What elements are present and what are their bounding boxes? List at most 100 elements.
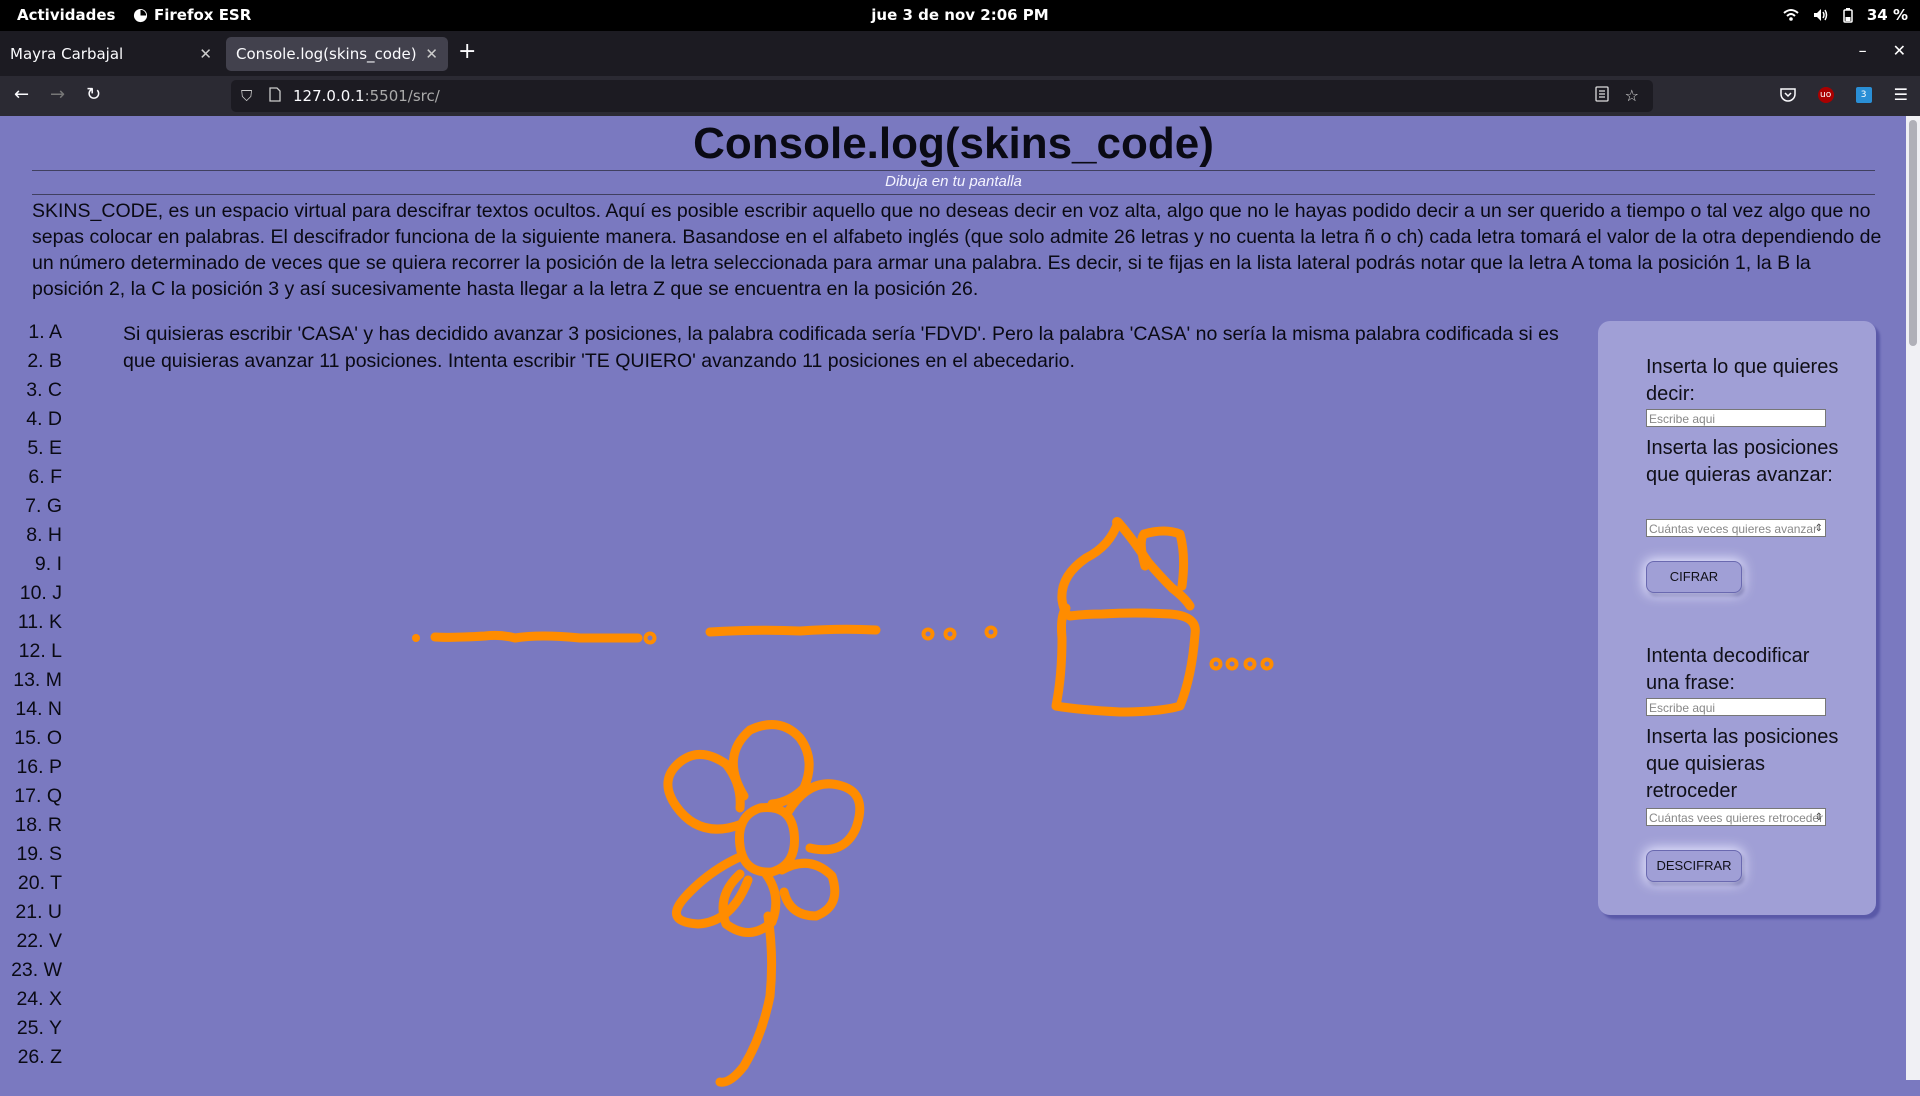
cifrar-button[interactable]: CIFRAR xyxy=(1646,561,1742,593)
alphabet-list-item: 11. K xyxy=(17,611,62,633)
title-divider xyxy=(32,170,1875,171)
page-title: Console.log(skins_code) xyxy=(693,119,1214,168)
menu-hamburger-icon[interactable]: ☰ xyxy=(1894,85,1908,104)
bookmark-star-icon[interactable]: ☆ xyxy=(1625,86,1639,105)
decode-shift-input[interactable]: Cuántas vees quieres retroceder ⇕ xyxy=(1646,808,1826,826)
ublock-extension-icon[interactable]: uo xyxy=(1817,86,1834,103)
drawing-canvas[interactable] xyxy=(380,376,1300,1096)
alphabet-list-item: 9. I xyxy=(34,553,62,575)
alphabet-list-item: 4. D xyxy=(26,408,62,430)
encode-shift-input[interactable]: Cuántas veces quieres avanzar ⇕ xyxy=(1646,519,1826,537)
alphabet-list-item: 10. J xyxy=(19,582,62,604)
tab-label: Mayra Carbajal xyxy=(10,45,124,63)
tab-console-log[interactable]: Console.log(skins_code) ✕ xyxy=(226,37,448,71)
alphabet-list-item: 16. P xyxy=(16,756,62,778)
drawn-flower-stroke xyxy=(777,858,840,921)
drawn-flower-stroke xyxy=(734,803,800,877)
page-content: Console.log(skins_code) Dibuja en tu pan… xyxy=(0,116,1906,1087)
alphabet-list-item: 15. O xyxy=(14,727,62,749)
alphabet-list: 1. A 2. B 3. C 4. D 5. E 6. F 7. G 8. H 9. I 10. … xyxy=(0,318,80,1072)
alphabet-list-item: 2. B xyxy=(27,350,62,372)
alphabet-list-item: 18. R xyxy=(15,814,62,836)
alphabet-list-item: 22. V xyxy=(16,930,62,952)
tab-mayra-carbajal[interactable]: Mayra Carbajal ✕ xyxy=(0,37,222,71)
close-icon[interactable]: ✕ xyxy=(199,45,212,63)
intro-paragraph: SKINS_CODE, es un espacio virtual para d… xyxy=(32,200,1882,300)
url-host: 127.0.0.1 xyxy=(293,87,365,105)
activities-button[interactable]: Actividades xyxy=(17,6,115,24)
encode-shift-placeholder: Cuántas veces quieres avanzar xyxy=(1649,522,1818,536)
minimize-icon[interactable]: – xyxy=(1859,41,1867,60)
pocket-icon[interactable] xyxy=(1779,87,1796,102)
drawn-dash-stroke xyxy=(430,630,643,643)
drawn-flower-stroke xyxy=(663,750,747,834)
calendar-extension-icon[interactable]: 3 xyxy=(1855,86,1872,103)
page-subtitle: Dibuja en tu pantalla xyxy=(885,173,1022,190)
app-menu[interactable]: Firefox ESR xyxy=(133,6,251,24)
alphabet-list-item: 12. L xyxy=(18,640,62,662)
encode-shift-label: Inserta las posiciones que quieras avanz… xyxy=(1646,437,1839,486)
url-bar[interactable]: ⛉ 127.0.0.1:5501/src/ ☆ xyxy=(231,80,1653,112)
alphabet-list-item: 3. C xyxy=(26,379,62,401)
cipher-panel: Inserta lo que quieres decir: Escribe aq… xyxy=(1598,321,1876,915)
decode-text-input[interactable]: Escribe aqui xyxy=(1646,698,1826,716)
drawn-dot xyxy=(1209,657,1223,671)
forward-arrow-icon[interactable]: → xyxy=(50,84,65,105)
system-tray[interactable]: 34 % xyxy=(1783,6,1908,24)
descifrar-button[interactable]: DESCIFRAR xyxy=(1646,850,1742,882)
back-arrow-icon[interactable]: ← xyxy=(14,84,29,105)
encode-label: Inserta lo que quieres decir: xyxy=(1646,356,1839,405)
decode-label: Intenta decodificar una frase: xyxy=(1646,645,1810,694)
wifi-icon xyxy=(1783,9,1799,21)
close-icon[interactable]: ✕ xyxy=(425,45,438,63)
alphabet-list-item: 26. Z xyxy=(17,1046,62,1068)
example-paragraph: Si quisieras escribir 'CASA' y has decid… xyxy=(123,323,1559,372)
reader-view-icon[interactable] xyxy=(1595,86,1609,102)
drawn-flower-stroke xyxy=(728,720,814,809)
alphabet-list-item: 25. Y xyxy=(16,1017,62,1039)
new-tab-button[interactable]: + xyxy=(458,39,476,64)
spinner-icon[interactable]: ⇕ xyxy=(1815,809,1823,825)
drawn-dot xyxy=(921,627,935,641)
alphabet-list-item: 7. G xyxy=(25,495,62,517)
drawn-dot xyxy=(1243,657,1257,671)
drawn-dot xyxy=(1112,517,1122,527)
page-icon xyxy=(269,87,281,102)
alphabet-list-item: 6. F xyxy=(28,466,62,488)
tab-strip: Mayra Carbajal ✕ Console.log(skins_code)… xyxy=(0,31,1920,76)
clock[interactable]: jue 3 de nov 2:06 PM xyxy=(871,6,1048,24)
battery-percent: 34 % xyxy=(1866,6,1908,24)
drawn-flower-stroke xyxy=(671,851,753,929)
drawn-stem-stroke xyxy=(715,911,777,1087)
drawn-dot xyxy=(643,631,657,645)
drawn-dot xyxy=(1225,657,1239,671)
shield-icon[interactable]: ⛉ xyxy=(241,87,252,105)
encode-text-input[interactable]: Escribe aqui xyxy=(1646,409,1826,427)
page-scrollbar[interactable] xyxy=(1906,116,1920,1080)
drawn-dot xyxy=(1260,657,1274,671)
drawn-dot xyxy=(412,634,420,642)
decode-shift-label: Inserta las posiciones que quisieras ret… xyxy=(1646,726,1839,802)
alphabet-list-item: 13. M xyxy=(13,669,62,691)
alphabet-list-item: 14. N xyxy=(15,698,62,720)
close-window-icon[interactable]: ✕ xyxy=(1893,41,1906,60)
drawn-dash-stroke xyxy=(705,624,881,637)
url-text[interactable]: 127.0.0.1:5501/src/ xyxy=(293,87,440,105)
alphabet-list-item: 8. H xyxy=(26,524,62,546)
alphabet-list-item: 5. E xyxy=(27,437,62,459)
drawn-dot xyxy=(984,625,998,639)
scrollbar-thumb[interactable] xyxy=(1909,120,1917,346)
decode-shift-placeholder: Cuántas vees quieres retroceder xyxy=(1649,811,1824,825)
tab-label: Console.log(skins_code) xyxy=(236,45,417,63)
firefox-icon xyxy=(133,8,148,22)
subtitle-divider xyxy=(32,194,1875,195)
spinner-icon[interactable]: ⇕ xyxy=(1815,520,1823,536)
alphabet-list-item: 20. T xyxy=(17,872,62,894)
alphabet-list-item: 24. X xyxy=(16,988,62,1010)
navigation-bar: ← → ↻ ⛉ 127.0.0.1:5501/src/ ☆ uo 3 ☰ xyxy=(0,76,1920,116)
drawn-house-stroke xyxy=(1051,517,1200,717)
alphabet-list-item: 21. U xyxy=(15,901,62,923)
volume-icon xyxy=(1813,9,1828,21)
reload-icon[interactable]: ↻ xyxy=(86,84,101,105)
drawn-dot xyxy=(943,627,957,641)
